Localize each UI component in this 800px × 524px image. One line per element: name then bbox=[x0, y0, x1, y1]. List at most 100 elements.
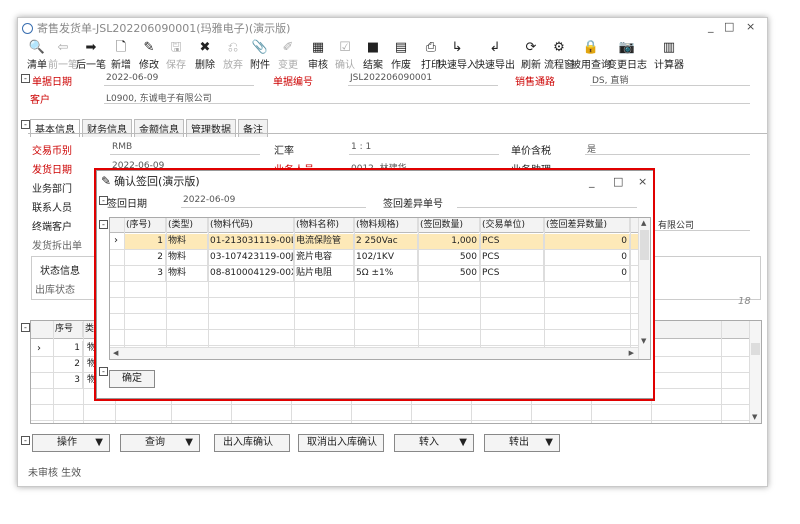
tab-3[interactable]: 管理数据 bbox=[186, 119, 236, 137]
toolbar-label-15: 快速导入 bbox=[437, 60, 477, 71]
dialog-ops-collapse-icon[interactable]: - bbox=[99, 367, 108, 376]
bottom-button-4[interactable]: 转入 ▼ bbox=[394, 434, 474, 452]
detail-row-no[interactable]: 3 bbox=[53, 373, 83, 388]
toolbar-icon-18: ⚙ bbox=[553, 40, 565, 55]
dialog-cell[interactable]: 5Ω ±1% bbox=[354, 266, 418, 281]
dialog-col-7: (签回差异数量) bbox=[544, 218, 630, 233]
dialog-col-6: (交易单位) bbox=[480, 218, 544, 233]
toolbar-icon-1: ⇦ bbox=[57, 40, 69, 55]
dialog-cell[interactable]: 01-213031119-00LS bbox=[208, 234, 294, 249]
dialog-cell[interactable]: 03-107423119-00JN bbox=[208, 250, 294, 265]
dialog-cell[interactable]: 500 bbox=[418, 250, 480, 265]
toolbar-icon-8: 📎 bbox=[251, 40, 269, 55]
toolbar-label-21: 计算器 bbox=[654, 60, 684, 71]
bottom-button-label-0: 操作 bbox=[57, 437, 77, 448]
status-bar: 未审核 生效 bbox=[28, 468, 82, 479]
toolbar-icon-7: ⎌ bbox=[227, 40, 239, 55]
dialog-cell[interactable]: 102/1KV bbox=[354, 250, 418, 265]
toolbar-button-21[interactable]: ▥ 计算器 bbox=[654, 40, 684, 71]
dialog-cell[interactable]: 3 bbox=[124, 266, 166, 281]
dialog-close-button[interactable]: × bbox=[638, 175, 647, 188]
dropdown-arrow-icon: ▼ bbox=[95, 437, 103, 448]
bottom-button-1[interactable]: 查询 ▼ bbox=[120, 434, 200, 452]
app-logo-icon bbox=[22, 22, 33, 34]
edit-icon: ✎ bbox=[101, 174, 112, 188]
title-bar: 寄售发货单-JSL202206090001(玛雅电子)(演示版) bbox=[18, 18, 767, 38]
dialog-cell[interactable]: 电流保险管 bbox=[294, 234, 354, 249]
dialog-cell[interactable]: 1,000 bbox=[418, 234, 480, 249]
dialog-cell[interactable]: PCS bbox=[480, 234, 544, 249]
signback-date-value[interactable]: 2022-06-09 bbox=[183, 195, 235, 205]
no-value[interactable]: JSL202206090001 bbox=[350, 73, 432, 83]
tax-label: 单价含税 bbox=[511, 146, 551, 157]
detail-scrollbar[interactable]: ▼ bbox=[749, 321, 761, 423]
header-collapse-icon[interactable]: - bbox=[21, 74, 30, 83]
tab-1[interactable]: 财务信息 bbox=[82, 119, 132, 137]
dialog-cell[interactable]: 物料 bbox=[166, 250, 208, 265]
ops-collapse-icon[interactable]: - bbox=[21, 436, 30, 445]
dialog-cell[interactable]: 物料 bbox=[166, 266, 208, 281]
dialog-cell[interactable]: 物料 bbox=[166, 234, 208, 249]
bottom-button-label-1: 查询 bbox=[145, 437, 165, 448]
dialog-cell[interactable]: 2 250Vac bbox=[354, 234, 418, 249]
dialog-cell[interactable]: PCS bbox=[480, 266, 544, 281]
detail-row-no[interactable]: 2 bbox=[53, 357, 83, 372]
tabs-collapse-icon[interactable]: - bbox=[21, 120, 30, 129]
ok-button[interactable]: 确定 bbox=[109, 370, 155, 388]
dialog-minimize-button[interactable]: _ bbox=[589, 175, 595, 188]
dialog-cell[interactable]: 2 bbox=[124, 250, 166, 265]
toolbar-icon-21: ▥ bbox=[662, 40, 676, 55]
signback-grid: (序号) (类型) (物料代码) (物料名称) (物料规格) (签回数量) (交易单位) (签… bbox=[109, 217, 651, 360]
bottom-button-3[interactable]: 取消出入库确认 bbox=[298, 434, 384, 452]
tab-2[interactable]: 金额信息 bbox=[134, 119, 184, 137]
bottom-button-5[interactable]: 转出 ▼ bbox=[484, 434, 560, 452]
toolbar-button-16[interactable]: ↲ 快速导出 bbox=[475, 40, 515, 71]
toolbar-button-19[interactable]: 🔒 被用查询 bbox=[571, 40, 611, 71]
dialog-cell[interactable]: 贴片电阻 bbox=[294, 266, 354, 281]
bottom-button-0[interactable]: 操作 ▼ bbox=[32, 434, 110, 452]
pager-label: 18 bbox=[738, 296, 751, 307]
toolbar-icon-12: ■ bbox=[366, 40, 380, 55]
dialog-hscrollbar[interactable]: ◀ ▶ bbox=[110, 347, 650, 359]
bottom-button-label-5: 转出 bbox=[509, 437, 529, 448]
window-title: 寄售发货单-JSL202206090001(玛雅电子)(演示版) bbox=[37, 22, 291, 35]
dialog-cell[interactable]: 08-810004129-00XG bbox=[208, 266, 294, 281]
toolbar-icon-16: ↲ bbox=[489, 40, 501, 55]
date-value[interactable]: 2022-06-09 bbox=[106, 73, 158, 83]
dialog-vscrollbar[interactable]: ▲ ▼ bbox=[638, 218, 650, 359]
dropdown-arrow-icon: ▼ bbox=[459, 437, 467, 448]
status-title: 状态信息 bbox=[40, 266, 80, 277]
dialog-col-3: (物料名称) bbox=[294, 218, 354, 233]
tab-4[interactable]: 备注 bbox=[238, 119, 268, 137]
dialog-maximize-button[interactable]: □ bbox=[613, 175, 623, 188]
tab-0[interactable]: 基本信息 bbox=[30, 119, 80, 137]
bottom-button-label-4: 转入 bbox=[419, 437, 439, 448]
diff-no-label: 签回差异单号 bbox=[383, 199, 443, 210]
dialog-col-5: (签回数量) bbox=[418, 218, 480, 233]
toolbar-button-15[interactable]: ↳ 快速导入 bbox=[437, 40, 477, 71]
dialog-title-bar: ✎ 确认签回(演示版) bbox=[97, 171, 653, 191]
close-button[interactable]: × bbox=[746, 20, 755, 33]
bottom-button-2[interactable]: 出入库确认 bbox=[214, 434, 290, 452]
minimize-button[interactable]: _ bbox=[708, 20, 714, 33]
currency-value[interactable]: RMB bbox=[112, 142, 132, 152]
toolbar-icon-4: ✎ bbox=[143, 40, 155, 55]
dropdown-arrow-icon: ▼ bbox=[185, 437, 193, 448]
dialog-cell[interactable]: PCS bbox=[480, 250, 544, 265]
dialog-cell[interactable]: 1 bbox=[124, 234, 166, 249]
dialog-cell[interactable]: 0 bbox=[544, 266, 630, 281]
dialog-cell[interactable]: 0 bbox=[544, 234, 630, 249]
dialog-cell[interactable]: 0 bbox=[544, 250, 630, 265]
rate-value[interactable]: 1 : 1 bbox=[351, 142, 371, 152]
detail-col-no: 序号 bbox=[53, 322, 83, 337]
detail-collapse-icon[interactable]: - bbox=[21, 323, 30, 332]
maximize-button[interactable]: □ bbox=[724, 20, 734, 33]
out-status-label: 出库状态 bbox=[35, 285, 75, 296]
toolbar-icon-20: 📷 bbox=[618, 40, 636, 55]
detail-row-no[interactable]: 1 bbox=[53, 341, 83, 356]
dialog-grid-collapse-icon[interactable]: - bbox=[99, 220, 108, 229]
toolbar-button-20[interactable]: 📷 变更日志 bbox=[607, 40, 647, 71]
end-customer-label: 终端客户 bbox=[32, 222, 72, 233]
dialog-cell[interactable]: 500 bbox=[418, 266, 480, 281]
dialog-cell[interactable]: 瓷片电容 bbox=[294, 250, 354, 265]
